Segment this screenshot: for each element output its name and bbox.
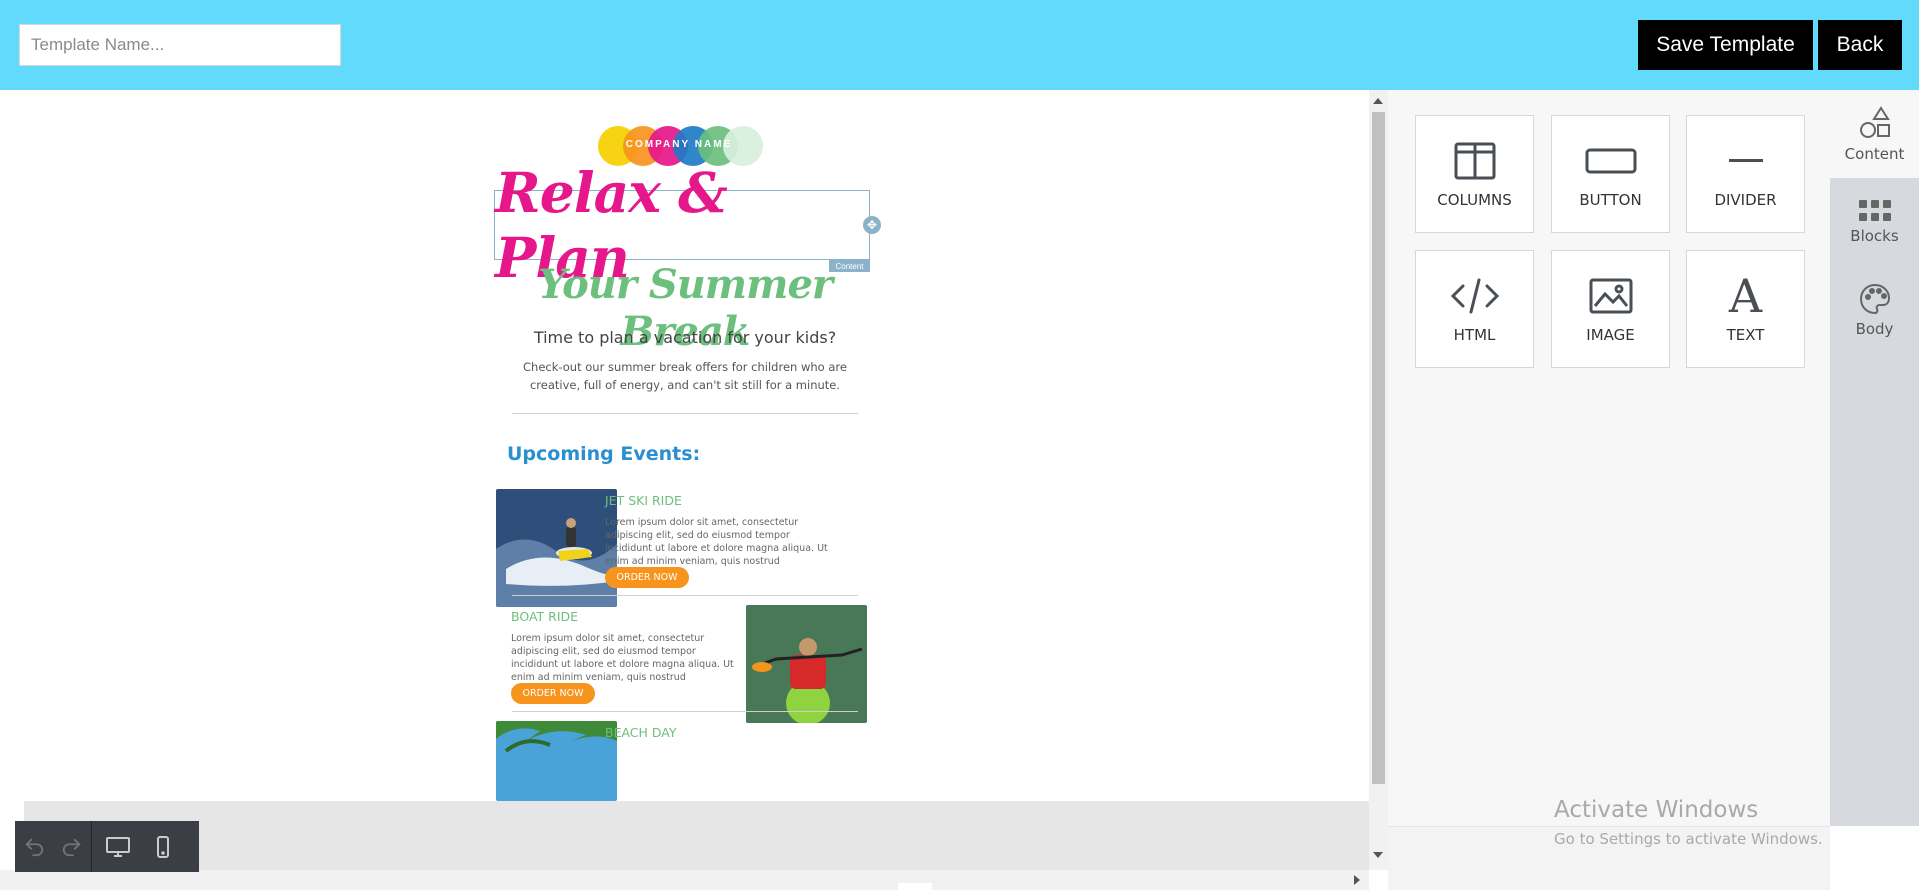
divider-icon xyxy=(1728,139,1763,183)
activate-windows-title: Activate Windows xyxy=(1554,797,1759,823)
divider-line xyxy=(512,413,858,414)
divider-line xyxy=(512,711,858,712)
move-handle-icon[interactable]: ✥ xyxy=(863,216,881,234)
scroll-right-icon[interactable] xyxy=(1354,875,1360,885)
tab-blocks[interactable]: Blocks xyxy=(1830,178,1919,266)
code-icon xyxy=(1450,274,1499,318)
scroll-thumb[interactable] xyxy=(1372,112,1385,784)
tab-label: Body xyxy=(1855,319,1894,338)
scroll-thumb[interactable] xyxy=(898,883,932,890)
text-tile[interactable]: A TEXT xyxy=(1686,250,1805,368)
button-icon xyxy=(1585,139,1637,183)
side-tabs: Content Blocks Body xyxy=(1830,90,1919,826)
desktop-icon[interactable] xyxy=(92,821,144,872)
headline-text-block[interactable]: Relax & Plan xyxy=(494,160,870,290)
tile-label: IMAGE xyxy=(1586,326,1635,344)
undo-icon[interactable] xyxy=(15,821,53,872)
description-text[interactable]: Check-out our summer break offers for ch… xyxy=(512,358,858,394)
tab-content[interactable]: Content xyxy=(1830,90,1919,178)
image-icon xyxy=(1589,274,1633,318)
tab-body[interactable]: Body xyxy=(1830,266,1919,354)
columns-tile[interactable]: COLUMNS xyxy=(1415,115,1534,233)
image-tile[interactable]: IMAGE xyxy=(1551,250,1670,368)
top-bar: Save Template Back xyxy=(0,0,1919,90)
email-preview: COMPANY NAME Relax & Plan ✥ Content Your… xyxy=(492,90,881,801)
template-name-input[interactable] xyxy=(19,24,341,66)
events-title[interactable]: Upcoming Events: xyxy=(507,443,700,465)
divider-line xyxy=(512,595,858,596)
text-icon: A xyxy=(1728,269,1763,323)
horizontal-scrollbar[interactable] xyxy=(0,870,1369,890)
palette-icon xyxy=(1859,283,1890,314)
shapes-icon xyxy=(1859,105,1890,138)
vertical-scrollbar[interactable] xyxy=(1369,90,1388,870)
tile-label: TEXT xyxy=(1726,326,1765,344)
tile-label: BUTTON xyxy=(1579,191,1642,209)
jet-ski-image[interactable] xyxy=(496,489,617,607)
scroll-up-icon[interactable] xyxy=(1373,98,1383,104)
order-now-button[interactable]: ORDER NOW xyxy=(605,567,689,588)
save-template-button[interactable]: Save Template xyxy=(1638,20,1813,70)
tile-label: COLUMNS xyxy=(1437,191,1512,209)
mobile-icon[interactable] xyxy=(144,821,182,872)
canvas-bottom-area xyxy=(24,801,1369,870)
beach-image[interactable] xyxy=(496,721,617,801)
event-name[interactable]: JET SKI RIDE xyxy=(605,493,682,508)
html-tile[interactable]: HTML xyxy=(1415,250,1534,368)
activate-windows-subtitle: Go to Settings to activate Windows. xyxy=(1554,830,1823,848)
kayak-image[interactable] xyxy=(746,605,867,723)
order-now-button[interactable]: ORDER NOW xyxy=(511,683,595,704)
tagline-text[interactable]: Time to plan a vacation for your kids? xyxy=(492,328,878,347)
divider-tile[interactable]: DIVIDER xyxy=(1686,115,1805,233)
editor-canvas[interactable]: COMPANY NAME Relax & Plan ✥ Content Your… xyxy=(0,90,1369,870)
event-name[interactable]: BEACH DAY xyxy=(605,725,677,740)
columns-icon xyxy=(1454,139,1496,183)
tile-label: HTML xyxy=(1453,326,1496,344)
history-device-toolbar xyxy=(15,821,199,872)
grid-icon xyxy=(1858,199,1891,221)
scroll-down-icon[interactable] xyxy=(1373,852,1383,858)
back-button[interactable]: Back xyxy=(1818,20,1902,70)
redo-icon[interactable] xyxy=(53,821,91,872)
button-tile[interactable]: BUTTON xyxy=(1551,115,1670,233)
tab-label: Blocks xyxy=(1850,226,1899,245)
tile-label: DIVIDER xyxy=(1714,191,1777,209)
event-name[interactable]: BOAT RIDE xyxy=(511,609,578,624)
logo-text: COMPANY NAME xyxy=(625,139,733,150)
tab-label: Content xyxy=(1844,144,1905,163)
